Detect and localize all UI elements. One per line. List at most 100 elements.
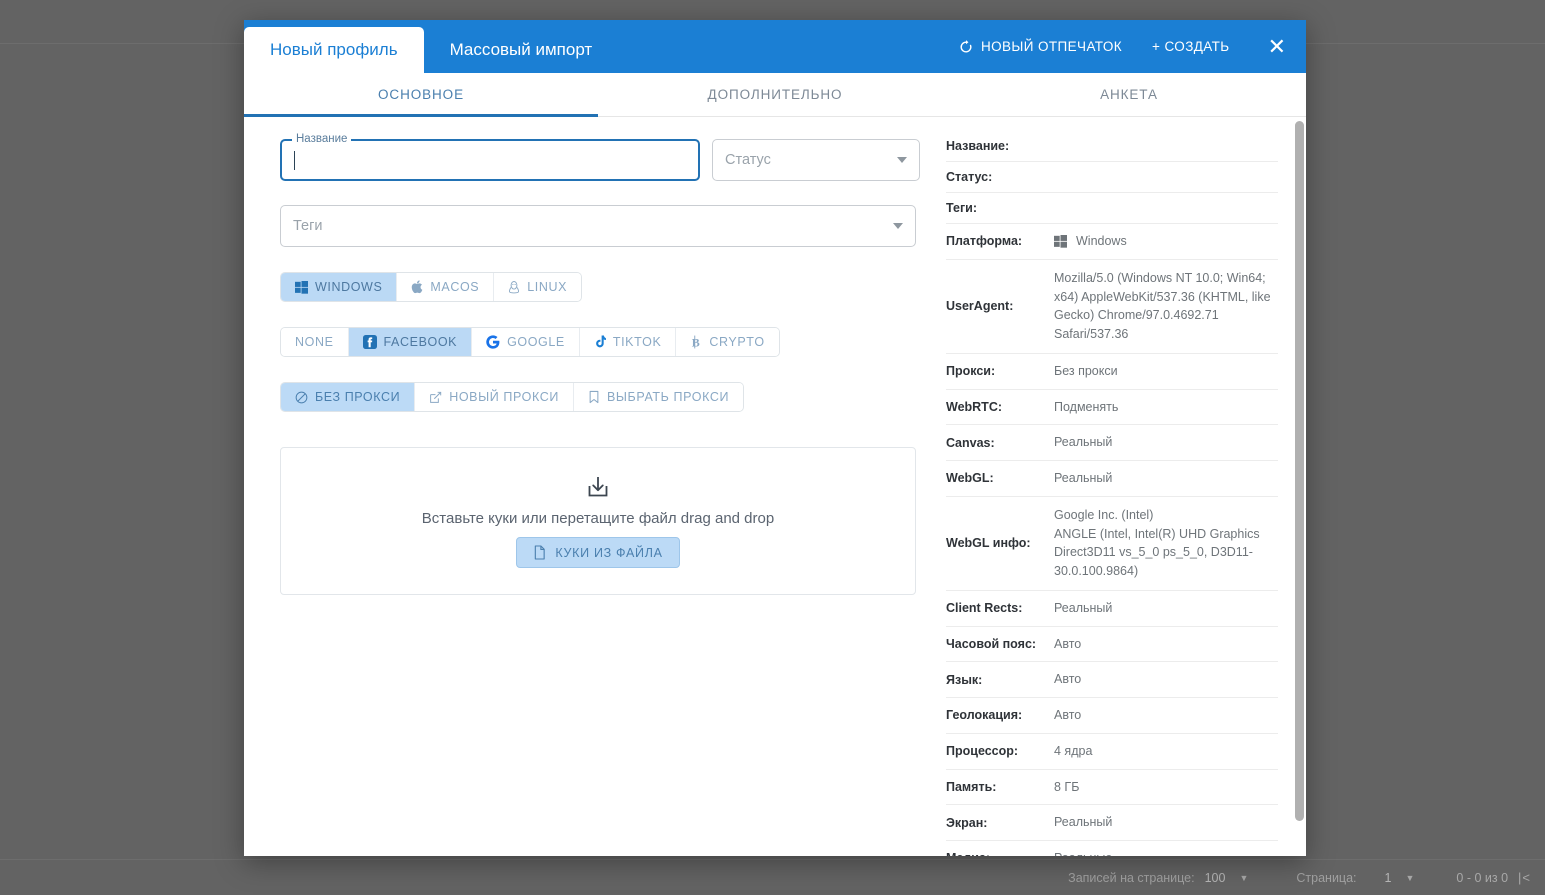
facebook-icon (362, 335, 377, 349)
table-row: Название: (946, 131, 1278, 162)
tiktok-icon (594, 335, 606, 349)
row-key: WebGL: (946, 471, 994, 486)
rows-per-page-label: Записей на странице: (1068, 870, 1195, 885)
download-icon (585, 474, 611, 500)
chevron-down-icon[interactable]: ▼ (1239, 873, 1248, 883)
row-value: Реальные (1054, 841, 1278, 856)
proxy-none-button[interactable]: БЕЗ ПРОКСИ (281, 383, 416, 411)
subtab-advanced[interactable]: ДОПОЛНИТЕЛЬНО (598, 73, 952, 116)
row-value: Реальный (1054, 815, 1113, 830)
row-value: Реальный (1054, 471, 1113, 485)
service-tiktok-label: TIKTOK (612, 335, 662, 349)
service-none-button[interactable]: NONE (281, 328, 349, 356)
cookies-from-file-button[interactable]: КУКИ ИЗ ФАЙЛА (516, 537, 680, 568)
no-proxy-icon (295, 391, 308, 404)
chevron-down-icon (897, 157, 907, 163)
tags-select[interactable]: Теги (280, 205, 916, 247)
service-group: NONE FACEBOOK GOOGLE TIKTOK B CRYPTO (280, 327, 780, 357)
first-page-button[interactable]: |< (1518, 870, 1531, 885)
linux-icon (508, 280, 520, 294)
platform-linux-label: LINUX (527, 280, 568, 294)
platform-macos-button[interactable]: MACOS (397, 273, 495, 301)
proxy-new-button[interactable]: НОВЫЙ ПРОКСИ (415, 383, 574, 411)
row-value: Реальный (1054, 435, 1113, 450)
rows-per-page-group[interactable]: Записей на странице: 100 ▼ (1068, 871, 1248, 885)
table-row: Платформа: Windows (946, 224, 1278, 260)
name-input[interactable]: Название (280, 133, 700, 181)
proxy-select-button[interactable]: ВЫБРАТЬ ПРОКСИ (573, 383, 744, 411)
table-row: Canvas: Реальный (946, 425, 1278, 461)
rows-per-page-value: 100 (1204, 870, 1226, 885)
proxy-select-label: ВЫБРАТЬ ПРОКСИ (606, 390, 730, 404)
create-label: + СОЗДАТЬ (1152, 39, 1230, 54)
row-key: Геолокация: (946, 708, 1023, 723)
tab-mass-import[interactable]: Массовый импорт (424, 27, 619, 73)
row-key: WebGL инфо: (946, 536, 1031, 551)
page-value: 1 (1384, 870, 1392, 885)
new-fingerprint-button[interactable]: НОВЫЙ ОТПЕЧАТОК (955, 33, 1126, 60)
modal-subtabs: ОСНОВНОЕ ДОПОЛНИТЕЛЬНО АНКЕТА (244, 73, 1306, 117)
table-row: Геолокация: Авто (946, 698, 1278, 734)
row-value: Без прокси (1054, 363, 1118, 378)
bookmark-icon (588, 390, 600, 404)
row-value: Mozilla/5.0 (Windows NT 10.0; Win64; x64… (1054, 270, 1271, 341)
row-key: Экран: (946, 815, 988, 830)
table-row: WebRTC: Подменять (946, 389, 1278, 425)
page-group[interactable]: Страница: 1 ▼ (1296, 871, 1414, 885)
table-row: Client Rects: Реальный (946, 590, 1278, 626)
modal-titlebar: Новый профиль Массовый импорт НОВЫЙ ОТПЕ… (244, 20, 1306, 73)
row-key: Память: (946, 779, 997, 794)
status-placeholder: Статус (725, 152, 771, 168)
apple-icon (411, 280, 423, 294)
subtab-basic[interactable]: ОСНОВНОЕ (244, 73, 598, 117)
service-google-label: GOOGLE (507, 335, 565, 349)
row-key: Client Rects: (946, 601, 1023, 616)
platform-windows-label: WINDOWS (315, 280, 383, 294)
status-select[interactable]: Статус (712, 139, 920, 181)
row-key: Медиа: (946, 841, 1054, 856)
refresh-icon (959, 39, 973, 54)
row-key: Canvas: (946, 435, 995, 450)
platform-macos-label: MACOS (430, 280, 480, 294)
table-row: Статус: (946, 162, 1278, 193)
row-value: Авто (1054, 672, 1082, 687)
text-caret (294, 150, 295, 170)
row-value: Подменять (1054, 399, 1119, 414)
subtab-questionnaire[interactable]: АНКЕТА (952, 73, 1306, 116)
service-facebook-button[interactable]: FACEBOOK (348, 328, 473, 356)
service-tiktok-button[interactable]: TIKTOK (579, 328, 677, 356)
fingerprint-table: Название: Статус: Теги: Платформа: Windo… (946, 131, 1278, 856)
row-value (1054, 131, 1278, 162)
table-row: Теги: (946, 193, 1278, 224)
row-value-platform: Windows (1054, 224, 1278, 260)
platform-value-label: Windows (1076, 234, 1127, 248)
service-crypto-label: CRYPTO (709, 335, 765, 349)
row-key: Статус: (946, 170, 993, 184)
row-value: 4 ядра (1054, 743, 1093, 758)
fingerprint-summary: Название: Статус: Теги: Платформа: Windo… (934, 117, 1306, 856)
row-value: Авто (1054, 636, 1082, 651)
proxy-group: БЕЗ ПРОКСИ НОВЫЙ ПРОКСИ ВЫБРАТЬ ПРОКСИ (280, 382, 745, 412)
page-paginator: Записей на странице: 100 ▼ Страница: 1 ▼… (0, 860, 1545, 895)
cookie-dropzone[interactable]: Вставьте куки или перетащите файл drag a… (280, 447, 916, 595)
platform-linux-button[interactable]: LINUX (494, 273, 582, 301)
row-key: Язык: (946, 672, 983, 687)
modal-scrollbar-thumb[interactable] (1295, 121, 1304, 821)
chevron-down-icon-page[interactable]: ▼ (1405, 873, 1414, 883)
tab-new-profile[interactable]: Новый профиль (244, 27, 424, 73)
service-row: NONE FACEBOOK GOOGLE TIKTOK B CRYPTO (280, 327, 934, 357)
row-value: 8 ГБ (1054, 779, 1080, 794)
row-value: Google Inc. (Intel) ANGLE (Intel, Intel(… (1054, 507, 1260, 578)
record-range: 0 - 0 из 0 (1456, 870, 1509, 885)
table-row: WebGL: Реальный (946, 461, 1278, 497)
table-row: WebGL инфо: Google Inc. (Intel) ANGLE (In… (946, 496, 1278, 591)
create-button[interactable]: + СОЗДАТЬ (1148, 33, 1234, 60)
platform-windows-button[interactable]: WINDOWS (281, 273, 398, 301)
service-crypto-button[interactable]: B CRYPTO (676, 328, 779, 356)
close-icon[interactable]: ✕ (1262, 34, 1292, 60)
table-row: Язык: Авто (946, 662, 1278, 698)
table-row: Часовой пояс: Авто (946, 626, 1278, 662)
service-google-button[interactable]: GOOGLE (472, 328, 580, 356)
windows-icon (295, 280, 308, 294)
table-row: Прокси: Без прокси (946, 353, 1278, 389)
